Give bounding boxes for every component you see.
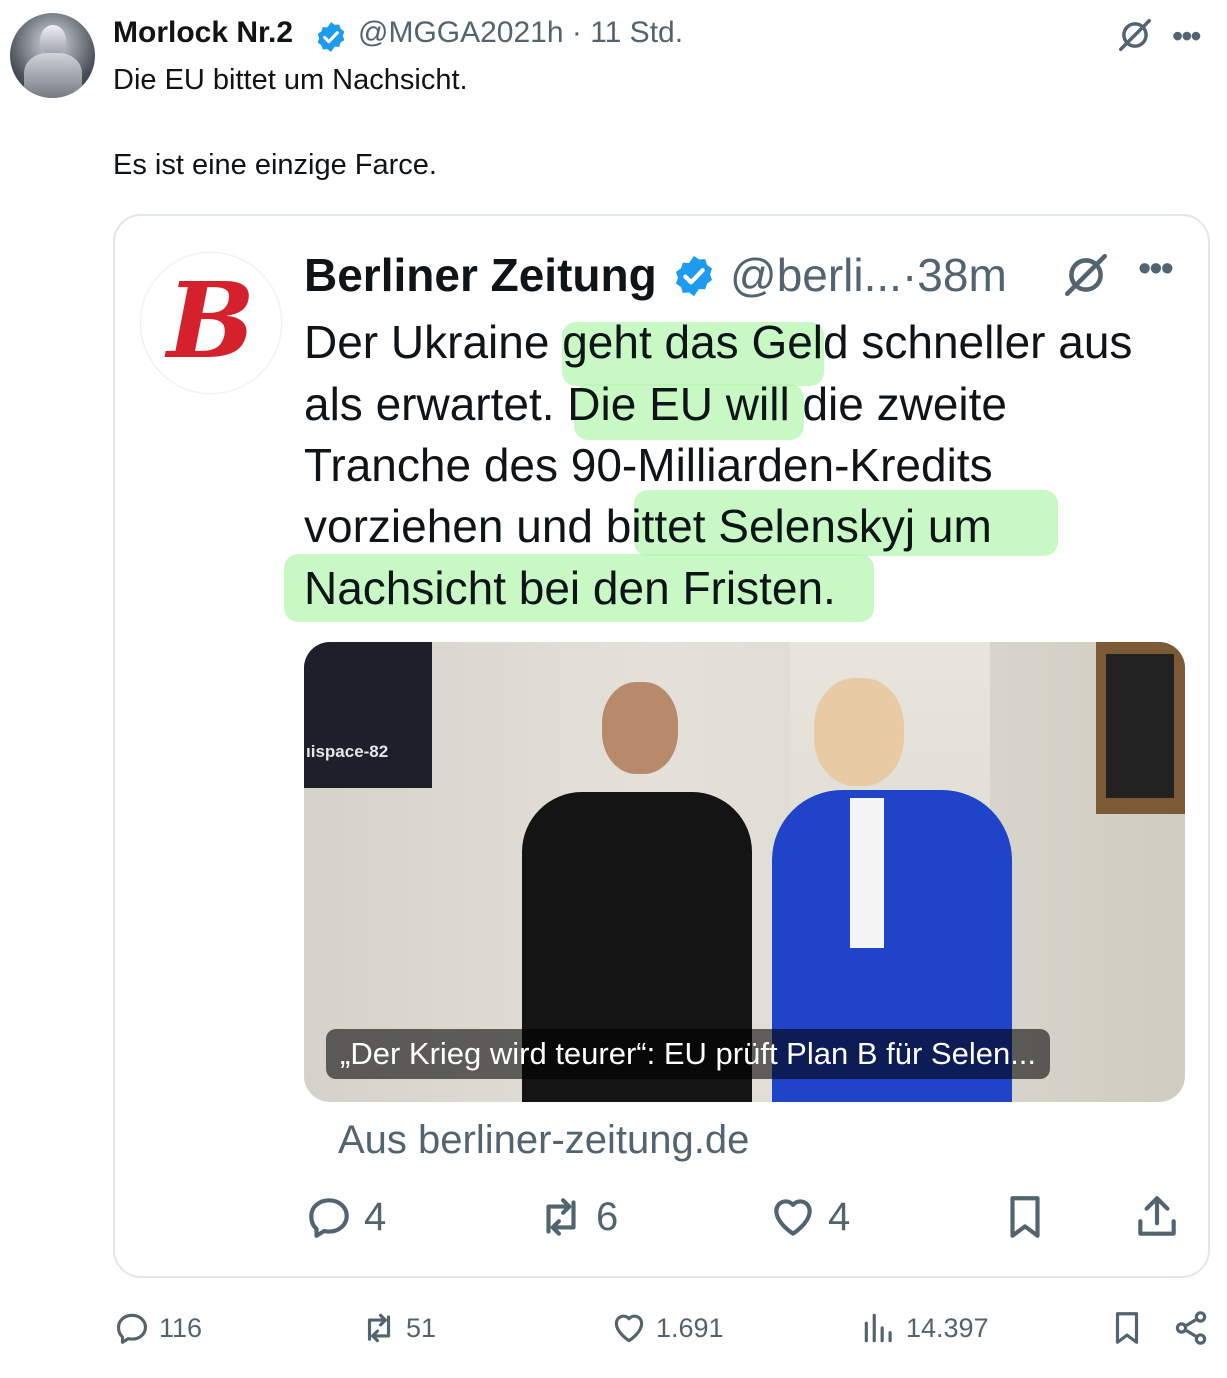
- like-button[interactable]: 1.691: [610, 1308, 724, 1348]
- bookmark-icon: [1010, 1196, 1040, 1238]
- repost-count: 51: [406, 1312, 437, 1343]
- quoted-verified-badge-icon: [675, 255, 713, 297]
- share-button[interactable]: [1172, 1308, 1218, 1348]
- author-avatar[interactable]: [10, 13, 95, 98]
- link-source[interactable]: Aus berliner-zeitung.de: [338, 1118, 749, 1163]
- bookmark-icon: [1115, 1312, 1139, 1344]
- repost-button[interactable]: 51: [360, 1308, 436, 1348]
- reply-button[interactable]: 116: [113, 1308, 202, 1348]
- grok-icon[interactable]: [1116, 16, 1154, 54]
- link-preview-image[interactable]: ıispace-82 „Der Krieg wird teurer“: EU p…: [304, 642, 1185, 1102]
- berliner-zeitung-logo[interactable]: B: [140, 252, 282, 394]
- author-name[interactable]: Morlock Nr.2: [113, 16, 293, 50]
- reply-icon: [309, 1198, 349, 1238]
- verified-badge-icon: [317, 22, 345, 52]
- wall-poster: ıispace-82: [304, 642, 432, 788]
- tweet-text-line-1: Die EU bittet um Nachsicht.: [113, 64, 468, 96]
- quoted-text-line-5: Nachsicht bei den Fristen.: [304, 562, 836, 614]
- quoted-share-button[interactable]: [1132, 1192, 1192, 1242]
- quoted-text-line-1: Der Ukraine geht das Geld schneller aus: [304, 316, 1133, 368]
- logo-letter: B: [167, 259, 255, 382]
- bookmark-button[interactable]: [1108, 1308, 1154, 1348]
- link-preview-caption: „Der Krieg wird teurer“: EU prüft Plan B…: [326, 1029, 1051, 1079]
- like-count: 1.691: [656, 1312, 724, 1343]
- views-button[interactable]: 14.397: [860, 1308, 989, 1348]
- tweet-text-line-2: Es ist eine einzige Farce.: [113, 149, 437, 181]
- avatar-figure-torso: [24, 53, 82, 98]
- avatar-figure-head: [40, 25, 66, 55]
- repost-icon: [367, 1313, 391, 1343]
- share-nodes-icon: [1175, 1311, 1207, 1345]
- quoted-repost-count: 6: [596, 1194, 619, 1239]
- quoted-like-count: 4: [828, 1194, 851, 1239]
- quoted-repost-button[interactable]: 6: [536, 1192, 618, 1242]
- quoted-grok-icon[interactable]: [1061, 250, 1111, 300]
- view-count: 14.397: [906, 1312, 989, 1343]
- more-options-icon[interactable]: •••: [1172, 18, 1202, 55]
- quoted-reply-count: 4: [364, 1194, 387, 1239]
- views-chart-icon: [864, 1313, 892, 1343]
- heart-icon: [774, 1199, 812, 1236]
- repost-icon: [546, 1198, 576, 1236]
- reply-count: 116: [159, 1312, 203, 1343]
- quoted-author-name[interactable]: Berliner Zeitung: [304, 248, 657, 302]
- quoted-more-options-icon[interactable]: •••: [1138, 248, 1174, 291]
- quoted-reply-button[interactable]: 4: [304, 1192, 386, 1242]
- quoted-text-line-3: Tranche des 90-Milliarden-Kredits: [304, 439, 993, 491]
- quoted-bookmark-button[interactable]: [1000, 1192, 1060, 1242]
- poster-text: ıispace-82: [306, 742, 389, 761]
- reply-icon: [116, 1313, 148, 1344]
- heart-icon: [614, 1314, 644, 1343]
- author-handle-and-time[interactable]: @MGGA2021h · 11 Std.: [358, 16, 683, 50]
- share-icon: [1138, 1196, 1176, 1236]
- quoted-like-button[interactable]: 4: [768, 1192, 850, 1242]
- quoted-text-line-4: vorziehen und bittet Selenskyj um: [304, 500, 992, 552]
- quoted-author-handle-and-time[interactable]: @berli...·38m: [730, 248, 1007, 302]
- quoted-text-line-2: als erwartet. Die EU will die zweite: [304, 378, 1008, 430]
- picture-frame: [1096, 642, 1185, 814]
